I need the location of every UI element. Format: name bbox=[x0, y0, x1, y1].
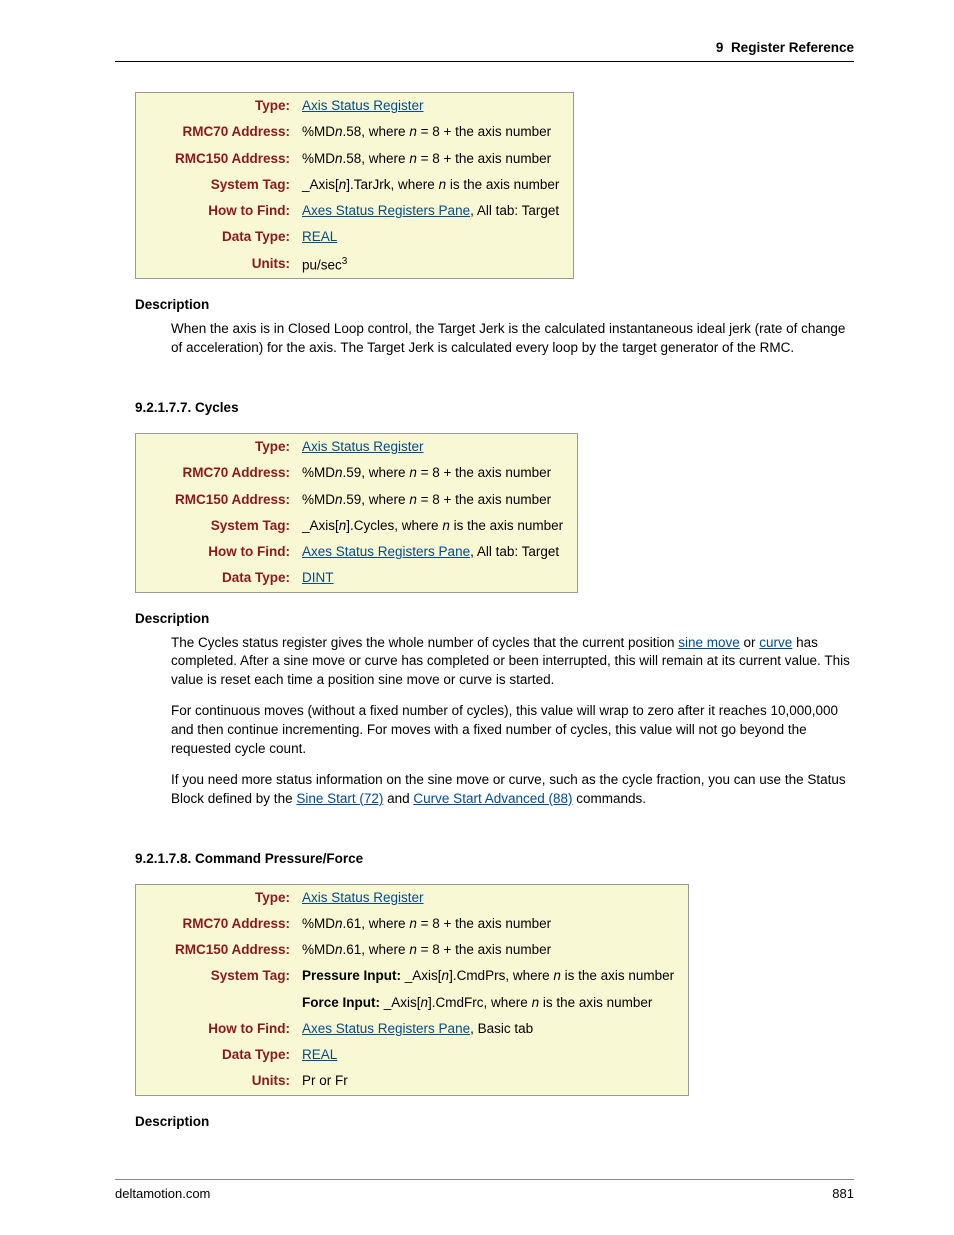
label-systag: System Tag: bbox=[136, 963, 297, 989]
units-value: Pr or Fr bbox=[296, 1068, 689, 1095]
section-heading-cmdpf: 9.2.1.7.8. Command Pressure/Force bbox=[135, 851, 854, 866]
description-heading-1: Description bbox=[135, 297, 854, 312]
label-type: Type: bbox=[136, 434, 297, 461]
label-systag: System Tag: bbox=[136, 513, 297, 539]
register-table-1: Type: Axis Status Register RMC70 Address… bbox=[135, 92, 574, 279]
rmc150-value: %MDn.59, where n = 8 + the axis number bbox=[296, 487, 578, 513]
label-type: Type: bbox=[136, 884, 297, 911]
description-heading-3: Description bbox=[135, 1114, 854, 1129]
section-heading-cycles: 9.2.1.7.7. Cycles bbox=[135, 400, 854, 415]
label-howfind: How to Find: bbox=[136, 198, 297, 224]
chapter-title: Register Reference bbox=[731, 40, 854, 55]
rmc70-value: %MDn.59, where n = 8 + the axis number bbox=[296, 460, 578, 486]
footer-page: 881 bbox=[832, 1186, 854, 1201]
dtype-link[interactable]: REAL bbox=[302, 1047, 337, 1062]
systag-value: _Axis[n].Cycles, where n is the axis num… bbox=[296, 513, 578, 539]
dtype-link[interactable]: REAL bbox=[302, 229, 337, 244]
chapter-num: 9 bbox=[716, 40, 724, 55]
page-footer: deltamotion.com 881 bbox=[115, 1179, 854, 1201]
systag-value-p: Pressure Input: _Axis[n].CmdPrs, where n… bbox=[296, 963, 689, 989]
type-link[interactable]: Axis Status Register bbox=[302, 98, 424, 113]
rmc150-value: %MDn.58, where n = 8 + the axis number bbox=[296, 146, 574, 172]
systag-value-f: Force Input: _Axis[n].CmdFrc, where n is… bbox=[296, 990, 689, 1016]
label-rmc70: RMC70 Address: bbox=[136, 911, 297, 937]
rmc70-value: %MDn.58, where n = 8 + the axis number bbox=[296, 119, 574, 145]
label-type: Type: bbox=[136, 93, 297, 120]
howfind-value: Axes Status Registers Pane, All tab: Tar… bbox=[296, 198, 574, 224]
register-table-3: Type: Axis Status Register RMC70 Address… bbox=[135, 884, 689, 1096]
page-header: 9 Register Reference bbox=[115, 40, 854, 62]
type-link[interactable]: Axis Status Register bbox=[302, 439, 424, 454]
label-howfind: How to Find: bbox=[136, 1016, 297, 1042]
label-howfind: How to Find: bbox=[136, 539, 297, 565]
label-rmc150: RMC150 Address: bbox=[136, 487, 297, 513]
label-dtype: Data Type: bbox=[136, 224, 297, 250]
description-p3: If you need more status information on t… bbox=[171, 771, 854, 809]
label-rmc150: RMC150 Address: bbox=[136, 146, 297, 172]
howfind-value: Axes Status Registers Pane, Basic tab bbox=[296, 1016, 689, 1042]
label-dtype: Data Type: bbox=[136, 1042, 297, 1068]
label-units: Units: bbox=[136, 1068, 297, 1095]
units-value: pu/sec3 bbox=[296, 251, 574, 279]
description-p2: For continuous moves (without a fixed nu… bbox=[171, 702, 854, 759]
systag-value: _Axis[n].TarJrk, where n is the axis num… bbox=[296, 172, 574, 198]
label-systag: System Tag: bbox=[136, 172, 297, 198]
footer-site: deltamotion.com bbox=[115, 1186, 210, 1201]
description-heading-2: Description bbox=[135, 611, 854, 626]
register-table-2: Type: Axis Status Register RMC70 Address… bbox=[135, 433, 578, 593]
label-units: Units: bbox=[136, 251, 297, 279]
label-rmc70: RMC70 Address: bbox=[136, 119, 297, 145]
dtype-link[interactable]: DINT bbox=[302, 570, 334, 585]
type-link[interactable]: Axis Status Register bbox=[302, 890, 424, 905]
rmc70-value: %MDn.61, where n = 8 + the axis number bbox=[296, 911, 689, 937]
howfind-value: Axes Status Registers Pane, All tab: Tar… bbox=[296, 539, 578, 565]
label-rmc70: RMC70 Address: bbox=[136, 460, 297, 486]
description-text-1: When the axis is in Closed Loop control,… bbox=[171, 320, 854, 358]
label-rmc150: RMC150 Address: bbox=[136, 937, 297, 963]
label-dtype: Data Type: bbox=[136, 565, 297, 592]
description-p1: The Cycles status register gives the who… bbox=[171, 634, 854, 691]
rmc150-value: %MDn.61, where n = 8 + the axis number bbox=[296, 937, 689, 963]
